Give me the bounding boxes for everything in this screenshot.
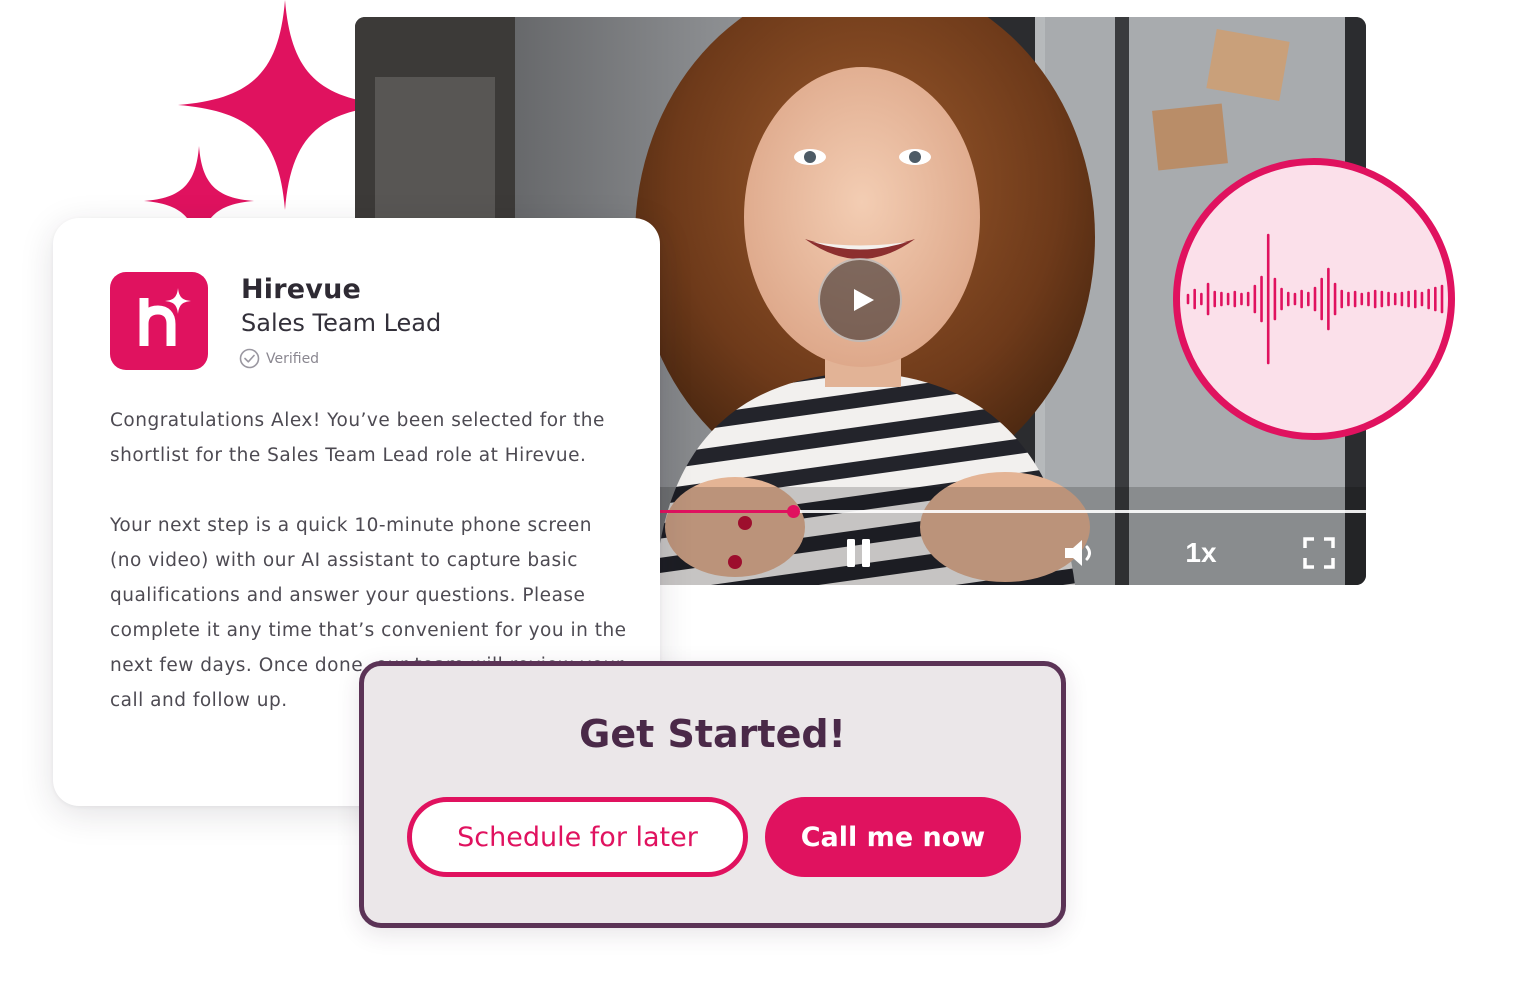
volume-icon [1065, 540, 1091, 566]
play-icon [853, 289, 874, 311]
call-me-now-button[interactable]: Call me now [765, 797, 1021, 877]
verified-label: Verified [266, 350, 320, 367]
get-started-panel: Get Started! Schedule for later Call me … [359, 661, 1066, 928]
fullscreen-button[interactable] [1300, 535, 1338, 571]
pause-button[interactable] [841, 535, 877, 571]
verified-badge: Verified [239, 348, 319, 369]
volume-button[interactable] [1060, 535, 1104, 571]
get-started-title: Get Started! [579, 712, 846, 756]
playback-speed-button[interactable]: 1x [1181, 535, 1221, 571]
company-name: Hirevue [241, 274, 362, 305]
role-title: Sales Team Lead [241, 309, 442, 337]
video-progress-handle[interactable] [786, 505, 800, 518]
fullscreen-icon [1303, 537, 1335, 569]
pause-icon [847, 539, 870, 567]
message-paragraph: Congratulations Alex! You’ve been select… [110, 410, 605, 466]
schedule-for-later-button[interactable]: Schedule for later [407, 797, 748, 877]
audio-indicator [1173, 158, 1455, 440]
audio-waveform-icon [1186, 233, 1444, 365]
check-circle-icon [239, 348, 260, 369]
play-button[interactable] [818, 258, 902, 342]
hirevue-logo-icon [110, 272, 208, 370]
